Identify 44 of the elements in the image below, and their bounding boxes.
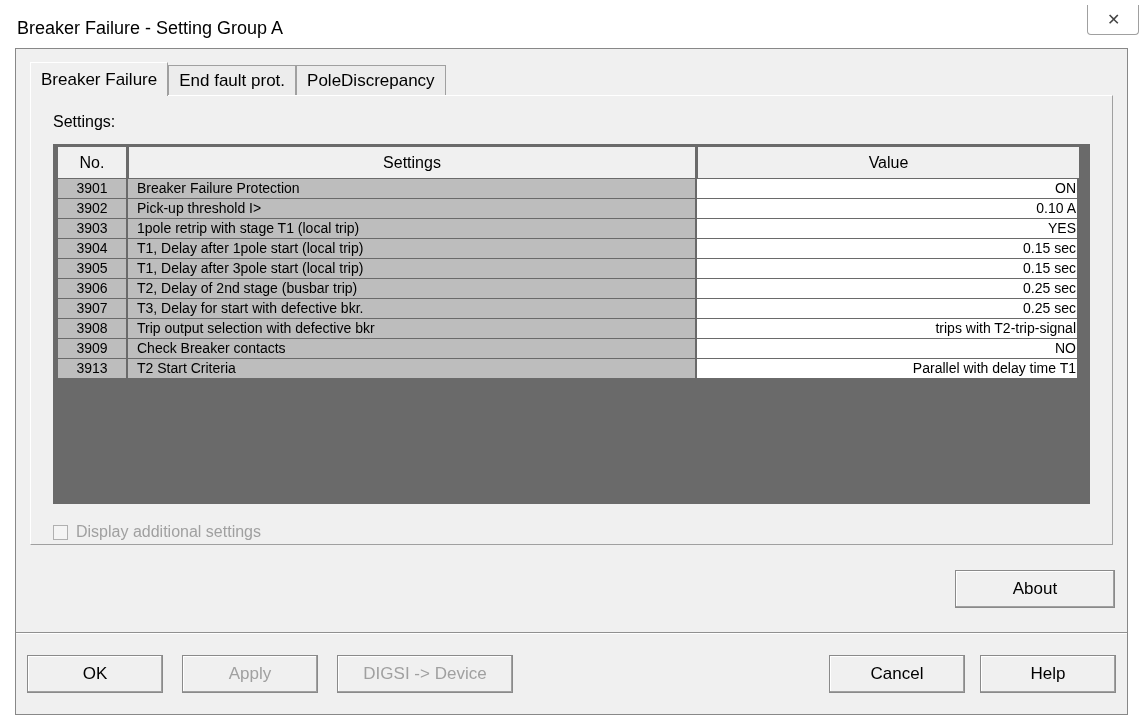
dialog-button[interactable]: Help — [980, 654, 1116, 693]
column-header[interactable]: Settings — [129, 147, 695, 178]
table-cell: 3901 — [58, 179, 126, 198]
table-cell: 3906 — [58, 279, 126, 298]
column-header[interactable]: No. — [58, 147, 126, 178]
column-header[interactable]: Value — [698, 147, 1079, 178]
table-cell: 3903 — [58, 219, 126, 238]
table-cell: 3904 — [58, 239, 126, 258]
close-button[interactable]: ✕ — [1087, 5, 1139, 35]
table-cell: 3913 — [58, 359, 126, 378]
table-cell: 3905 — [58, 259, 126, 278]
table-cell: 3909 — [58, 339, 126, 358]
table-cell[interactable]: ON — [697, 179, 1077, 198]
section-label: Settings: — [53, 112, 117, 132]
tab[interactable]: Breaker Failure — [30, 62, 169, 96]
table-cell: Breaker Failure Protection — [128, 179, 695, 198]
window-title: Breaker Failure - Setting Group A — [17, 17, 284, 40]
table-cell[interactable]: 0.25 sec — [697, 299, 1077, 318]
tab[interactable]: PoleDiscrepancy — [296, 65, 446, 95]
dialog-button[interactable]: OK — [27, 654, 163, 693]
table-cell: T3, Delay for start with defective bkr. — [128, 299, 695, 318]
table-cell: 3902 — [58, 199, 126, 218]
table-cell: Trip output selection with defective bkr — [128, 319, 695, 338]
table-cell[interactable]: 0.25 sec — [697, 279, 1077, 298]
table-cell: 1pole retrip with stage T1 (local trip) — [128, 219, 695, 238]
table-cell[interactable]: NO — [697, 339, 1077, 358]
table-cell: Check Breaker contacts — [128, 339, 695, 358]
table-cell: T2 Start Criteria — [128, 359, 695, 378]
table-cell[interactable]: 0.15 sec — [697, 259, 1077, 278]
table-cell[interactable]: 0.15 sec — [697, 239, 1077, 258]
table-cell: Pick-up threshold I> — [128, 199, 695, 218]
dialog-button[interactable]: About — [955, 569, 1115, 608]
table-cell[interactable]: Parallel with delay time T1 — [697, 359, 1077, 378]
table-cell: T1, Delay after 1pole start (local trip) — [128, 239, 695, 258]
table-cell: 3907 — [58, 299, 126, 318]
table-cell[interactable]: 0.10 A — [697, 199, 1077, 218]
table-cell[interactable]: YES — [697, 219, 1077, 238]
tab[interactable]: End fault prot. — [168, 65, 297, 95]
checkbox-label: Display additional settings — [76, 522, 261, 542]
table-cell: T1, Delay after 3pole start (local trip) — [128, 259, 695, 278]
table-cell[interactable]: trips with T2-trip-signal — [697, 319, 1077, 338]
table-cell: T2, Delay of 2nd stage (busbar trip) — [128, 279, 695, 298]
table-cell: 3908 — [58, 319, 126, 338]
dialog-button[interactable]: Cancel — [829, 654, 965, 693]
